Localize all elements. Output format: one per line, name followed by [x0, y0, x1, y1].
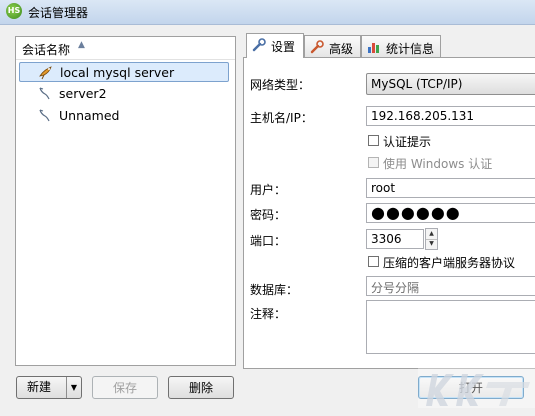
- open-button[interactable]: 打开: [418, 376, 524, 399]
- title-bar: HS 会话管理器: [0, 0, 535, 25]
- tab-settings[interactable]: 设置: [246, 33, 304, 58]
- dolphin-icon: [39, 87, 50, 100]
- user-input[interactable]: root: [366, 178, 535, 198]
- bar-chart-icon: [368, 43, 379, 53]
- auth-prompt-label: 认证提示: [383, 135, 432, 149]
- database-label: 数据库：: [250, 283, 299, 297]
- tab-advanced[interactable]: 高级: [304, 35, 361, 58]
- sort-ascending-icon: ▲: [78, 40, 85, 50]
- wrench-red-icon: [310, 40, 324, 54]
- auth-prompt-checkbox[interactable]: [368, 135, 379, 146]
- port-spinner[interactable]: ▲ ▼: [425, 228, 438, 250]
- database-input[interactable]: 分号分隔: [366, 276, 535, 296]
- save-button[interactable]: 保存: [92, 376, 158, 399]
- delete-button[interactable]: 删除: [168, 376, 234, 399]
- tree-item-label: Unnamed: [59, 108, 120, 123]
- column-header-session-name: 会话名称: [22, 43, 71, 57]
- host-input[interactable]: 192.168.205.131: [366, 106, 535, 126]
- tab-label: 高级: [329, 42, 354, 56]
- dolphin-icon: [39, 109, 50, 122]
- password-input[interactable]: ●●●●●●: [366, 203, 535, 223]
- network-type-select[interactable]: MySQL (TCP/IP): [366, 73, 535, 95]
- session-tree[interactable]: 会话名称 ▲ local mysql server server2 Unname…: [15, 36, 236, 366]
- tree-item-label: local mysql server: [60, 65, 175, 80]
- tree-item-label: server2: [59, 86, 107, 101]
- comment-textarea[interactable]: [366, 300, 535, 354]
- tree-item-unnamed[interactable]: Unnamed: [19, 106, 229, 126]
- tree-column-header[interactable]: 会话名称 ▲: [16, 37, 235, 60]
- spin-down-icon[interactable]: ▼: [426, 239, 437, 249]
- network-type-label: 网络类型：: [250, 78, 311, 92]
- compression-label: 压缩的客户端服务器协议: [383, 256, 516, 270]
- new-button[interactable]: 新建 ▼: [16, 376, 82, 399]
- tree-item-server2[interactable]: server2: [19, 84, 229, 104]
- comment-label: 注释：: [250, 307, 287, 321]
- tab-label: 设置: [271, 40, 296, 54]
- dolphin-active-icon: [39, 66, 52, 80]
- user-label: 用户：: [250, 183, 287, 197]
- windows-auth-label: 使用 Windows 认证: [383, 157, 493, 171]
- password-label: 密码：: [250, 208, 287, 222]
- tree-item-local-mysql-server[interactable]: local mysql server: [19, 62, 229, 82]
- dropdown-arrow-icon[interactable]: ▼: [66, 377, 81, 398]
- port-input[interactable]: 3306: [366, 229, 424, 249]
- port-label: 端口：: [250, 234, 287, 248]
- windows-auth-checkbox[interactable]: [368, 157, 379, 168]
- app-logo-icon: HS: [6, 3, 22, 19]
- tab-statistics[interactable]: 统计信息: [361, 35, 441, 58]
- tab-label: 统计信息: [386, 42, 435, 56]
- wrench-icon: [252, 38, 266, 52]
- host-label: 主机名/IP：: [250, 111, 313, 125]
- compression-checkbox[interactable]: [368, 256, 379, 267]
- window-title: 会话管理器: [28, 6, 89, 20]
